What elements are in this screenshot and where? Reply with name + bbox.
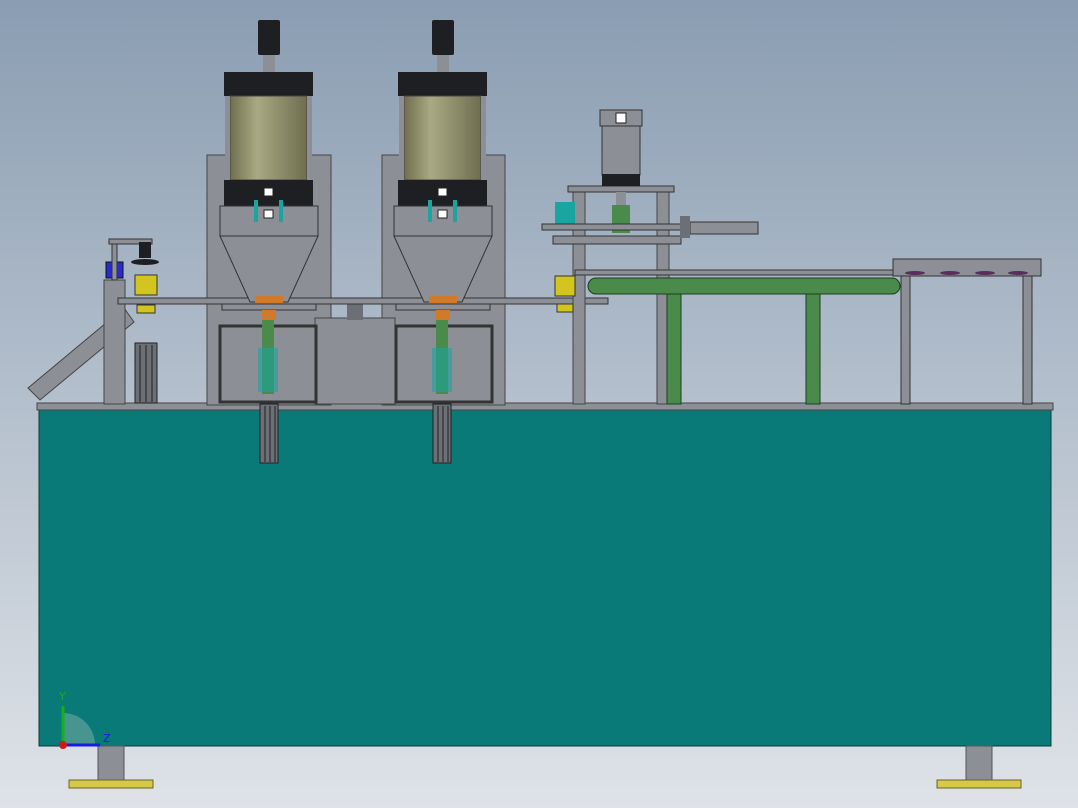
triad-origin bbox=[59, 741, 67, 749]
triad-z-label: Z bbox=[103, 732, 111, 745]
foot-right-pad bbox=[936, 779, 1022, 789]
foot-left-pad bbox=[68, 779, 154, 789]
hopper-2-coupling bbox=[437, 187, 448, 197]
press-cylinder-body bbox=[601, 124, 641, 176]
conveyor-leg-2 bbox=[805, 293, 821, 405]
hopper-1-coupling-2 bbox=[263, 209, 274, 219]
hopper-1-orange-fill-head bbox=[262, 310, 276, 320]
conveyor-belt bbox=[587, 277, 901, 295]
hopper-2-tie-rod-r bbox=[481, 96, 486, 180]
hopper-2-coupling-2 bbox=[437, 209, 448, 219]
center-box bbox=[314, 317, 396, 405]
press-yellow-block bbox=[554, 275, 576, 297]
triad-y-label: Y bbox=[58, 690, 66, 703]
output-cap-2 bbox=[940, 271, 960, 275]
base-cabinet-body bbox=[38, 407, 1052, 747]
hopper-2-orange-fill-head bbox=[436, 310, 450, 320]
hopper-2-agitator-teal-l bbox=[428, 200, 432, 222]
hopper-1-nozzle-frame bbox=[221, 303, 317, 311]
press-lower-plate bbox=[552, 235, 682, 245]
press-rod bbox=[616, 192, 626, 206]
hopper-1-coupling bbox=[263, 187, 274, 197]
conveyor-top-rail bbox=[574, 269, 896, 276]
hopper-1-shaft bbox=[263, 55, 275, 73]
hopper-2-tank bbox=[403, 95, 482, 181]
press-yellow-lower bbox=[556, 303, 574, 313]
press-side-cylinder-rod bbox=[680, 216, 690, 238]
hopper-1-agitator-teal-r bbox=[279, 200, 283, 222]
reject-lower-block bbox=[136, 304, 156, 314]
hopper-2-nozzle-frame bbox=[395, 303, 491, 311]
hopper-2-tamp-cylinder bbox=[432, 348, 452, 392]
base-cabinet[interactable] bbox=[36, 402, 1054, 747]
output-cap-1 bbox=[905, 271, 925, 275]
output-table-leg-l bbox=[900, 275, 911, 405]
hopper-2-top-cap bbox=[398, 72, 487, 96]
hopper-1-tamp-cylinder bbox=[258, 348, 278, 392]
press-teal-motor bbox=[555, 202, 575, 224]
press-cylinder-port bbox=[615, 112, 627, 124]
transfer-rail bbox=[117, 297, 609, 305]
output-table-leg-r bbox=[1022, 275, 1033, 405]
output-cap-3 bbox=[975, 271, 995, 275]
foot-right-post bbox=[965, 745, 993, 781]
reject-post bbox=[111, 243, 118, 281]
press-cylinder-base bbox=[602, 174, 640, 186]
output-cap-4 bbox=[1008, 271, 1028, 275]
conveyor-leg-1 bbox=[666, 293, 682, 405]
hopper-2-agitator-teal-r bbox=[453, 200, 457, 222]
reject-motor bbox=[139, 242, 151, 258]
hopper-1-top-cap bbox=[224, 72, 313, 96]
center-post bbox=[347, 302, 363, 320]
press-top-plate bbox=[567, 185, 675, 193]
hopper-2-motor bbox=[432, 20, 454, 55]
cad-viewport[interactable]: Y Z bbox=[0, 0, 1078, 808]
foot-left-post bbox=[97, 745, 125, 781]
reject-gear bbox=[131, 259, 159, 265]
hopper-1-tie-rod-l bbox=[225, 96, 230, 180]
hopper-2-tie-rod-l bbox=[399, 96, 404, 180]
press-slide-plate bbox=[541, 223, 685, 231]
machine-assembly-drawing: Y Z bbox=[0, 0, 1078, 808]
hopper-1-agitator-teal-l bbox=[254, 200, 258, 222]
reject-yellow-block bbox=[134, 274, 158, 296]
press-side-cylinder bbox=[689, 221, 759, 235]
hopper-1-tie-rod-r bbox=[307, 96, 312, 180]
hopper-1-tank bbox=[229, 95, 308, 181]
hopper-1-motor bbox=[258, 20, 280, 55]
hopper-2-shaft bbox=[437, 55, 449, 73]
